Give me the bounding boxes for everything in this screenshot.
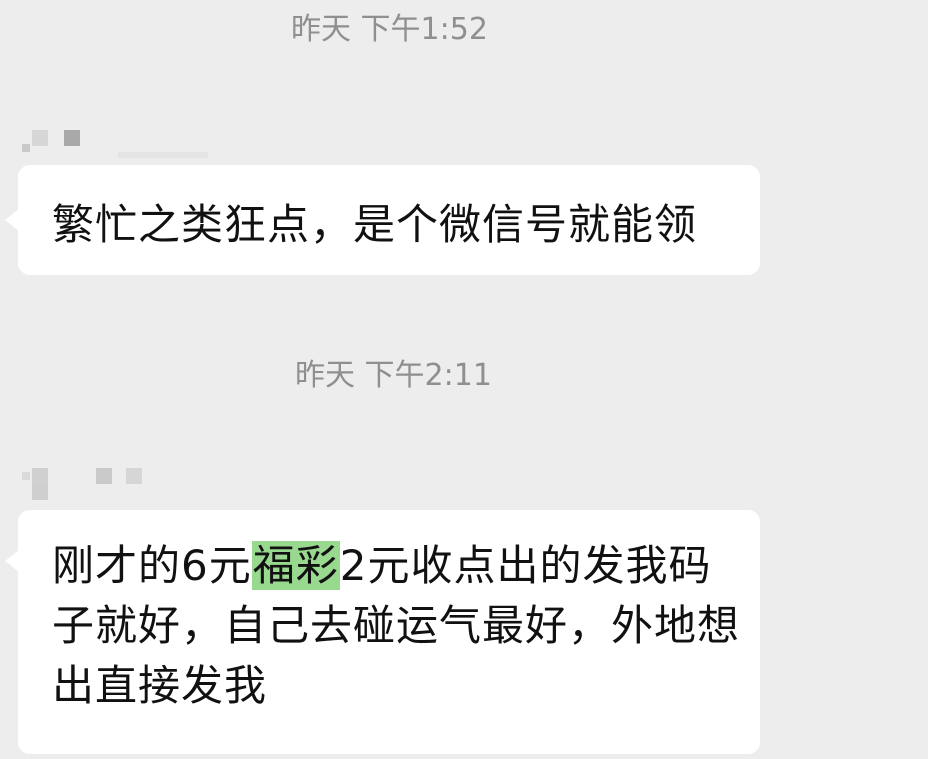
highlighted-keyword[interactable]: 福彩	[251, 541, 340, 590]
message-text: 刚才的6元福彩2元收点出的发我码子就好，自己去碰运气最好，外地想出直接发我	[52, 536, 742, 716]
message-timestamp: 昨天 下午1:52	[291, 12, 488, 47]
message-text-part: 刚才的6元	[52, 541, 252, 590]
message-bubble[interactable]: 刚才的6元福彩2元收点出的发我码子就好，自己去碰运气最好，外地想出直接发我	[5, 510, 760, 754]
sender-name-blurred	[22, 466, 152, 500]
message-text: 繁忙之类狂点，是个微信号就能领	[52, 200, 698, 249]
message-bubble[interactable]: 繁忙之类狂点，是个微信号就能领	[5, 165, 760, 275]
message-timestamp: 昨天 下午2:11	[295, 358, 492, 393]
sender-name-blurred	[22, 126, 212, 158]
